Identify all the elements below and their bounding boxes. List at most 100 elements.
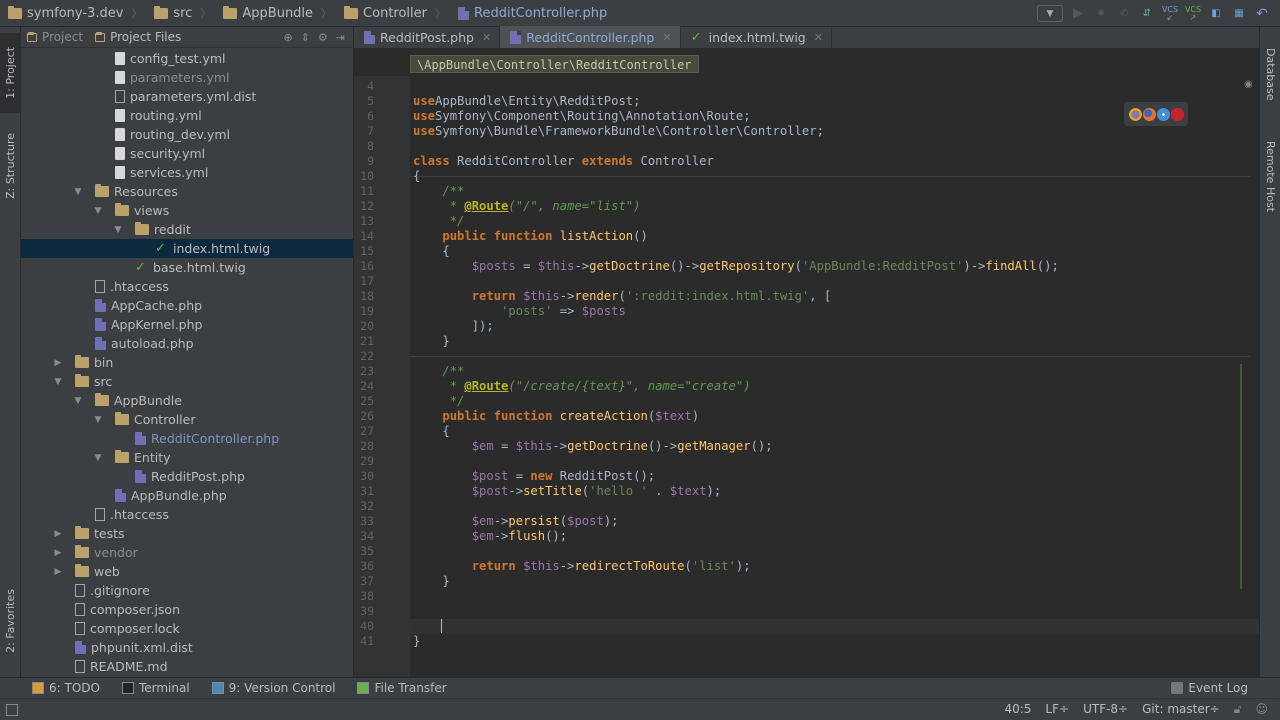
tree-item[interactable]: composer.lock xyxy=(21,619,353,638)
tree-item[interactable]: routing_dev.yml xyxy=(21,125,353,144)
bottom-tab[interactable]: File Transfer xyxy=(347,681,458,695)
tree-item[interactable]: services.yml xyxy=(21,163,353,182)
close-icon[interactable]: ✕ xyxy=(814,31,823,44)
run-config-dropdown[interactable]: ▼ xyxy=(1037,5,1063,22)
code-editor[interactable]: useAppBundle\Entity\RedditPost; useSymfon… xyxy=(354,76,1259,677)
structure-tool-button[interactable]: Z: Structure xyxy=(0,123,21,209)
breadcrumb-src[interactable]: src 〉 xyxy=(146,0,215,27)
firefox-icon[interactable] xyxy=(1142,107,1156,121)
line-separator[interactable]: LF÷ xyxy=(1045,702,1069,717)
chrome-icon[interactable] xyxy=(1128,107,1142,121)
tree-item[interactable]: ▼ AppBundle xyxy=(21,391,353,410)
tab-project-files[interactable]: Project Files xyxy=(89,27,187,48)
chevron-right-icon[interactable]: ▶ xyxy=(53,358,63,368)
tree-item[interactable]: ▼ Resources xyxy=(21,182,353,201)
file-encoding[interactable]: UTF-8÷ xyxy=(1083,702,1128,717)
tree-item[interactable]: config_test.yml xyxy=(21,49,353,68)
chevron-down-icon[interactable]: ▼ xyxy=(93,453,103,463)
database-tool-button[interactable]: Database xyxy=(1260,39,1280,109)
breadcrumb-project[interactable]: symfony-3.dev 〉 xyxy=(0,0,146,27)
tree-item[interactable]: ▶ bin xyxy=(21,353,353,372)
tree-item[interactable]: RedditController.php xyxy=(21,429,353,448)
safari-icon[interactable] xyxy=(1156,107,1170,121)
collapse-icon[interactable]: ⇕ xyxy=(301,31,310,44)
lock-icon[interactable]: 🔓︎ xyxy=(1234,702,1242,717)
sync-icon[interactable]: ⇵ xyxy=(1139,6,1155,22)
chevron-down-icon[interactable]: ▼ xyxy=(93,206,103,216)
opera-icon[interactable] xyxy=(1170,107,1184,121)
tree-item[interactable]: ✓ base.html.twig xyxy=(21,258,353,277)
tree-item[interactable]: ▶ vendor xyxy=(21,543,353,562)
tree-item[interactable]: phpunit.xml.dist xyxy=(21,638,353,657)
editor-tab[interactable]: ✓ index.html.twig ✕ xyxy=(681,26,832,48)
phone-icon[interactable]: ✆ xyxy=(1116,6,1132,22)
compare-icon[interactable]: ◧ xyxy=(1208,6,1224,22)
editor-tab[interactable]: RedditController.php ✕ xyxy=(500,26,681,48)
tree-item[interactable]: AppBundle.php xyxy=(21,486,353,505)
line-number: 34 xyxy=(360,529,374,543)
line-number: 25 xyxy=(360,394,374,408)
chevron-right-icon[interactable]: ▶ xyxy=(53,548,63,558)
chevron-down-icon[interactable]: ▼ xyxy=(73,396,83,406)
bottom-tab[interactable]: 6: TODO xyxy=(0,681,112,695)
debug-icon[interactable]: ✹ xyxy=(1093,6,1109,22)
tree-item[interactable]: AppCache.php xyxy=(21,296,353,315)
chevron-right-icon[interactable]: ▶ xyxy=(53,529,63,539)
tree-item[interactable]: ▼ reddit xyxy=(21,220,353,239)
breadcrumb-file[interactable]: RedditController.php xyxy=(450,0,611,27)
tree-item[interactable]: AppKernel.php xyxy=(21,315,353,334)
bottom-tab-label: 9: Version Control xyxy=(228,681,336,695)
tree-item[interactable]: ▶ tests xyxy=(21,524,353,543)
tree-item[interactable]: ▶ web xyxy=(21,562,353,581)
bottom-tab[interactable]: Terminal xyxy=(112,681,202,695)
close-icon[interactable]: ✕ xyxy=(482,31,491,44)
tree-item[interactable]: security.yml xyxy=(21,144,353,163)
tree-item[interactable]: ✓ index.html.twig xyxy=(21,239,353,258)
tree-item[interactable]: .htaccess xyxy=(21,505,353,524)
tree-item[interactable]: README.md xyxy=(21,657,353,676)
hide-icon[interactable]: ⇥ xyxy=(336,31,345,44)
remote-host-tool-button[interactable]: Remote Host xyxy=(1260,131,1280,221)
chevron-down-icon[interactable]: ▼ xyxy=(73,187,83,197)
tree-item[interactable]: .htaccess xyxy=(21,277,353,296)
git-branch[interactable]: Git: master÷ xyxy=(1142,702,1220,717)
event-log-button[interactable]: Event Log xyxy=(1139,681,1280,695)
tree-item[interactable]: ▼ views xyxy=(21,201,353,220)
chevron-right-icon[interactable]: ▶ xyxy=(53,567,63,577)
tree-item[interactable]: RedditPost.php xyxy=(21,467,353,486)
run-icon[interactable]: ▶ xyxy=(1070,6,1086,22)
tab-project[interactable]: Project xyxy=(21,27,89,48)
favorites-tool-button[interactable]: 2: Favorites xyxy=(0,575,21,667)
gear-icon[interactable]: ⚙ xyxy=(318,31,328,44)
tree-item[interactable]: autoload.php xyxy=(21,334,353,353)
caret-position[interactable]: 40:5 xyxy=(1004,702,1031,717)
chevron-down-icon[interactable]: ▼ xyxy=(93,415,103,425)
chevron-down-icon[interactable]: ▼ xyxy=(53,377,63,387)
vcs-commit-icon[interactable]: VCS ↗ xyxy=(1185,5,1201,22)
inspector-icon[interactable]: ☺︎ xyxy=(1255,702,1268,717)
editor-tab[interactable]: RedditPost.php ✕ xyxy=(354,26,501,48)
tree-item[interactable]: ▼ Controller xyxy=(21,410,353,429)
bottom-tab[interactable]: 9: Version Control xyxy=(202,681,348,695)
tree-item[interactable]: ▼ src xyxy=(21,372,353,391)
locate-icon[interactable]: ⊕ xyxy=(283,31,292,44)
breadcrumb-controller[interactable]: Controller 〉 xyxy=(336,0,450,27)
tree-item[interactable]: composer.json xyxy=(21,600,353,619)
panel-toggle-icon[interactable] xyxy=(6,703,18,716)
remote-icon[interactable]: ▦ xyxy=(1231,6,1247,22)
tree-item[interactable]: routing.yml xyxy=(21,106,353,125)
tree-item[interactable]: ▼ Entity xyxy=(21,448,353,467)
tree-item[interactable]: parameters.yml xyxy=(21,68,353,87)
chevron-down-icon[interactable]: ▼ xyxy=(113,225,123,235)
breadcrumb-appbundle[interactable]: AppBundle 〉 xyxy=(215,0,336,27)
close-icon[interactable]: ✕ xyxy=(662,31,671,44)
code-token: ()-> xyxy=(669,259,700,273)
tree-item-label: .htaccess xyxy=(110,507,169,522)
code-token: */ xyxy=(442,214,465,228)
tree-item[interactable]: parameters.yml.dist xyxy=(21,87,353,106)
tree-item[interactable]: .gitignore xyxy=(21,581,353,600)
inspection-eye-icon[interactable]: ◉ xyxy=(1244,79,1253,90)
project-tool-button[interactable]: 1: Project xyxy=(0,33,21,113)
revert-icon[interactable]: ↶ xyxy=(1254,6,1270,22)
vcs-update-icon[interactable]: VCS ↙ xyxy=(1162,5,1178,22)
